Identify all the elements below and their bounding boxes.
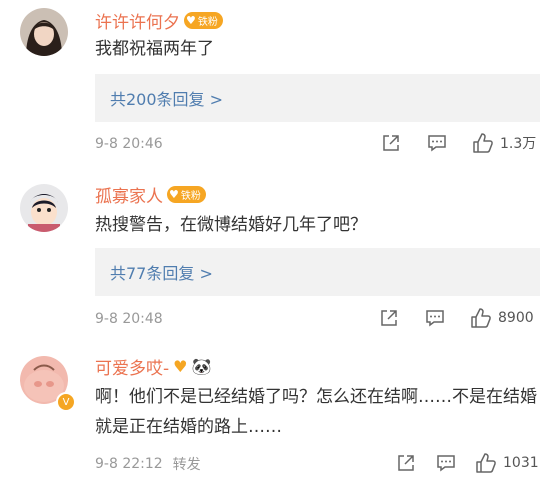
like-icon[interactable] — [470, 307, 492, 329]
comment-item: 许许许何夕 ♥ 铁粉 我都祝福两年了 共200条回复 > 9-8 20:46 1… — [0, 0, 559, 170]
like-count: 1.3万 — [500, 136, 537, 152]
action-bar: 8900 — [378, 307, 534, 329]
fan-badge: ♥ 铁粉 — [184, 11, 223, 29]
fan-badge-label: 铁粉 — [197, 16, 218, 28]
action-bar: 1.3万 — [380, 132, 536, 154]
avatar[interactable] — [20, 184, 68, 232]
heart-icon: ♥ — [169, 187, 179, 201]
name-row: 许许许何夕 ♥ 铁粉 — [95, 8, 223, 33]
panda-emoji-icon: 🐼 — [191, 356, 212, 376]
fan-badge: ♥ 铁粉 — [167, 185, 206, 203]
name-row: 可爱多哎- ♥ 🐼 — [95, 354, 212, 379]
name-row: 孤寡家人 ♥ 铁粉 — [95, 182, 206, 207]
username[interactable]: 孤寡家人 — [95, 182, 163, 207]
heart-badge-icon: ♥ — [173, 356, 188, 376]
avatar[interactable] — [20, 8, 68, 56]
username[interactable]: 可爱多哎- — [95, 354, 169, 379]
like-count: 8900 — [498, 310, 534, 326]
comment-text: 热搜警告，在微博结婚好几年了吧？ — [95, 215, 367, 235]
verified-badge-icon: V — [56, 392, 76, 412]
repost-link[interactable]: 转发 — [173, 454, 201, 474]
share-icon[interactable] — [395, 452, 417, 474]
comment-icon[interactable] — [435, 452, 457, 474]
timestamp: 9-8 20:48 — [95, 311, 163, 327]
timestamp: 9-8 20:46 — [95, 136, 163, 152]
comment-item: 孤寡家人 ♥ 铁粉 热搜警告，在微博结婚好几年了吧？ 共77条回复 > 9-8 … — [0, 170, 559, 340]
share-icon[interactable] — [380, 132, 402, 154]
reply-summary-link[interactable]: 共200条回复 > — [95, 74, 540, 122]
action-bar: 1031 — [395, 452, 539, 474]
like-icon[interactable] — [472, 132, 494, 154]
comment-text: 我都祝福两年了 — [95, 39, 214, 59]
username[interactable]: 许许许何夕 — [95, 8, 180, 33]
comment-icon[interactable] — [424, 307, 446, 329]
comment-icon[interactable] — [426, 132, 448, 154]
comment-text: 啊！他们不是已经结婚了吗？怎么还在结啊……不是在结婚就是正在结婚的路上…… — [95, 387, 537, 437]
timestamp: 9-8 22:12 — [95, 456, 163, 472]
reply-summary-link[interactable]: 共77条回复 > — [95, 248, 540, 296]
share-icon[interactable] — [378, 307, 400, 329]
like-icon[interactable] — [475, 452, 497, 474]
comment-item: V 可爱多哎- ♥ 🐼 啊！他们不是已经结婚了吗？怎么还在结啊……不是在结婚就是… — [0, 340, 559, 486]
like-count: 1031 — [503, 455, 539, 471]
fan-badge-label: 铁粉 — [180, 190, 201, 202]
heart-icon: ♥ — [186, 13, 196, 27]
